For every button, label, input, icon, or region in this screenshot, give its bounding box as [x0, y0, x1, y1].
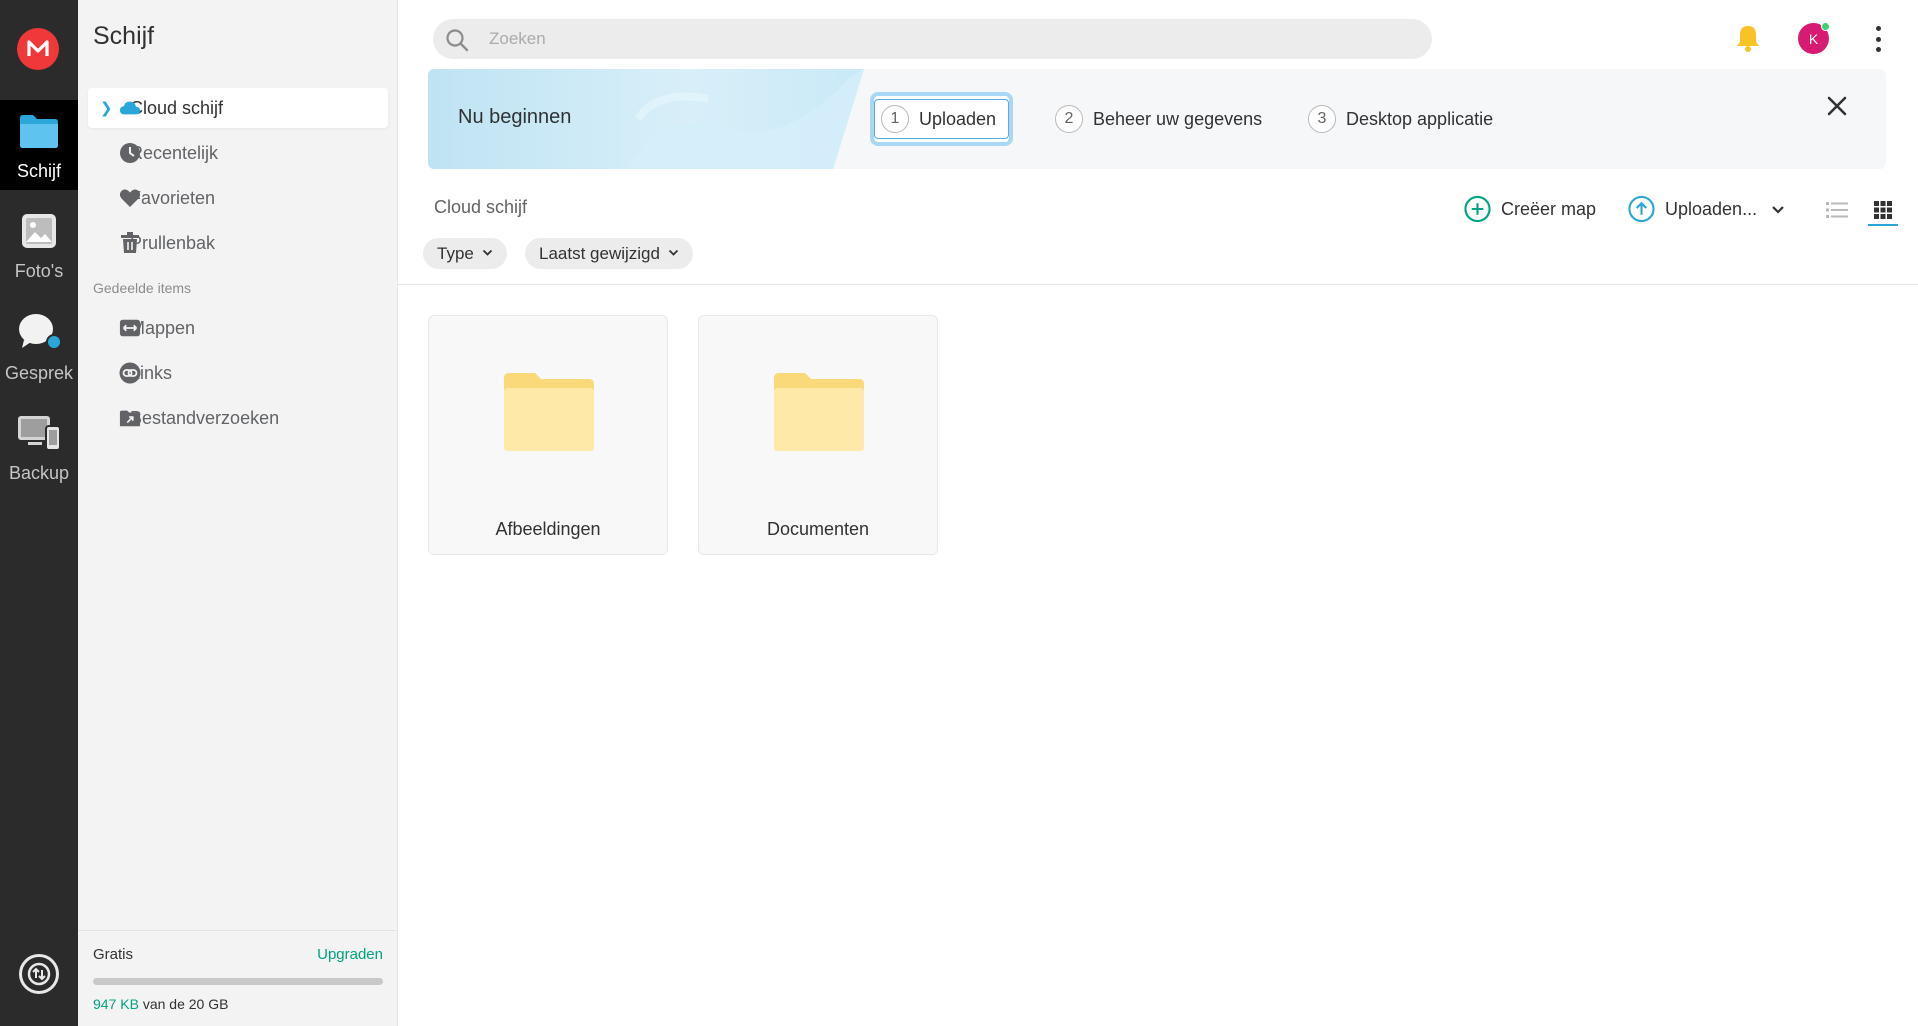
folder-icon — [18, 112, 60, 155]
photos-icon — [18, 212, 60, 255]
heart-icon — [119, 187, 141, 209]
filter-label: Laatst gewijzigd — [539, 243, 660, 263]
rail-item-photos[interactable]: Foto's — [0, 200, 78, 290]
upload-circle-icon — [1628, 195, 1655, 223]
folder-name: Documenten — [766, 519, 870, 539]
storage-progress-bar — [93, 978, 383, 985]
onboarding-step-manage-data[interactable]: 2 Beheer uw gegevens — [1055, 92, 1262, 146]
onboarding-banner: Nu beginnen 1 Uploaden 2 Beheer uw gegev… — [428, 69, 1886, 169]
plus-circle-icon — [1464, 195, 1491, 223]
storage-total: van de 20 GB — [138, 996, 229, 1012]
file-request-icon — [119, 407, 141, 429]
chevron-down-icon — [482, 248, 493, 260]
banner-title: Nu beginnen — [458, 106, 572, 128]
upload-label: Uploaden... — [1665, 198, 1758, 219]
shared-items-heading: Gedeelde items — [93, 280, 192, 296]
sidebar-item-favourites[interactable]: Favorieten — [88, 178, 388, 218]
rail-label: Foto's — [14, 261, 64, 281]
mega-logo-icon[interactable] — [17, 28, 59, 70]
folder-card[interactable]: Afbeeldingen — [428, 315, 668, 555]
chevron-right-icon[interactable]: ❯ — [100, 99, 113, 117]
clock-icon — [119, 142, 141, 164]
sidebar-item-links[interactable]: Links — [88, 353, 388, 393]
avatar-initial: K — [1808, 30, 1819, 47]
rail-label: Backup — [8, 463, 70, 483]
search-input[interactable] — [489, 19, 1389, 59]
link-icon — [119, 362, 141, 384]
sidebar-title: Schijf — [93, 22, 155, 50]
more-options-icon[interactable] — [1870, 26, 1886, 52]
sidebar-item-label: Recentelijk — [130, 142, 219, 163]
create-folder-label: Creëer map — [1501, 198, 1597, 219]
shared-folder-icon — [119, 317, 141, 339]
last-modified-filter-chip[interactable]: Laatst gewijzigd — [525, 238, 693, 269]
sidebar-item-cloud-drive[interactable]: ❯ Cloud schijf — [88, 88, 388, 128]
notification-bell-icon[interactable] — [1735, 24, 1761, 57]
sidebar-item-label: Favorieten — [130, 187, 216, 208]
filter-label: Type — [437, 243, 474, 263]
sidebar-item-file-requests[interactable]: Bestandverzoeken — [88, 398, 388, 438]
chevron-down-icon — [668, 248, 679, 260]
search-icon — [445, 28, 469, 57]
rail-item-drive[interactable]: Schijf — [0, 100, 78, 190]
toolbar-divider — [398, 284, 1918, 285]
rail-label: Gesprek — [4, 363, 74, 383]
list-view-icon[interactable] — [1823, 196, 1851, 224]
onboarding-step-desktop-app[interactable]: 3 Desktop applicatie — [1308, 92, 1493, 146]
plan-label: Gratis — [93, 946, 134, 963]
main-content: K Nu beginnen 1 Uploaden 2 Beheer uw geg… — [398, 0, 1918, 1026]
online-status-indicator — [1821, 22, 1830, 31]
chevron-down-icon[interactable] — [1771, 199, 1785, 220]
create-folder-button[interactable]: Creëer map — [1464, 193, 1596, 225]
sidebar-item-label: Bestandverzoeken — [130, 407, 280, 428]
step-label: Desktop applicatie — [1346, 108, 1494, 129]
breadcrumb[interactable]: Cloud schijf — [434, 197, 527, 218]
step-number: 3 — [1308, 105, 1336, 133]
step-label: Beheer uw gegevens — [1093, 108, 1263, 129]
sidebar-item-recent[interactable]: Recentelijk — [88, 133, 388, 173]
sidebar: Schijf ❯ Cloud schijf Recentelijk Favori… — [78, 0, 398, 1026]
search-bar[interactable] — [433, 19, 1432, 59]
type-filter-chip[interactable]: Type — [423, 238, 507, 269]
app-rail: Schijf Foto's Gesprek Backup — [0, 0, 78, 1026]
close-icon[interactable] — [1822, 91, 1852, 121]
transfers-icon[interactable] — [19, 954, 59, 994]
devices-icon — [16, 412, 62, 457]
upload-button[interactable]: Uploaden... — [1628, 193, 1785, 225]
active-view-indicator — [1868, 224, 1898, 226]
avatar[interactable]: K — [1798, 22, 1830, 54]
upgrade-link[interactable]: Upgraden — [317, 946, 383, 963]
onboarding-step-upload[interactable]: 1 Uploaden — [870, 92, 1014, 146]
rail-label: Schijf — [16, 161, 61, 181]
step-number: 2 — [1055, 105, 1083, 133]
sidebar-item-trash[interactable]: Prullenbak — [88, 223, 388, 263]
step-label: Uploaden — [919, 108, 997, 129]
storage-usage-text: 947 KB van de 20 GB — [93, 996, 228, 1012]
cloud-icon — [119, 97, 141, 119]
grid-view-icon[interactable] — [1869, 196, 1897, 224]
rail-item-chat[interactable]: Gesprek — [0, 300, 78, 390]
folder-icon — [773, 370, 865, 457]
trash-icon — [119, 232, 141, 254]
folder-name: Afbeeldingen — [495, 519, 601, 539]
storage-used: 947 KB — [93, 996, 139, 1012]
sidebar-item-label: Prullenbak — [130, 232, 216, 253]
sidebar-item-label: Cloud schijf — [130, 97, 224, 118]
step-number: 1 — [881, 105, 909, 133]
rail-item-backup[interactable]: Backup — [0, 400, 78, 490]
folder-icon — [503, 370, 595, 457]
folder-card[interactable]: Documenten — [698, 315, 938, 555]
storage-panel: Gratis Upgraden 947 KB van de 20 GB — [78, 930, 398, 1026]
chat-icon — [16, 312, 62, 357]
sidebar-item-shared-folders[interactable]: Mappen — [88, 308, 388, 348]
